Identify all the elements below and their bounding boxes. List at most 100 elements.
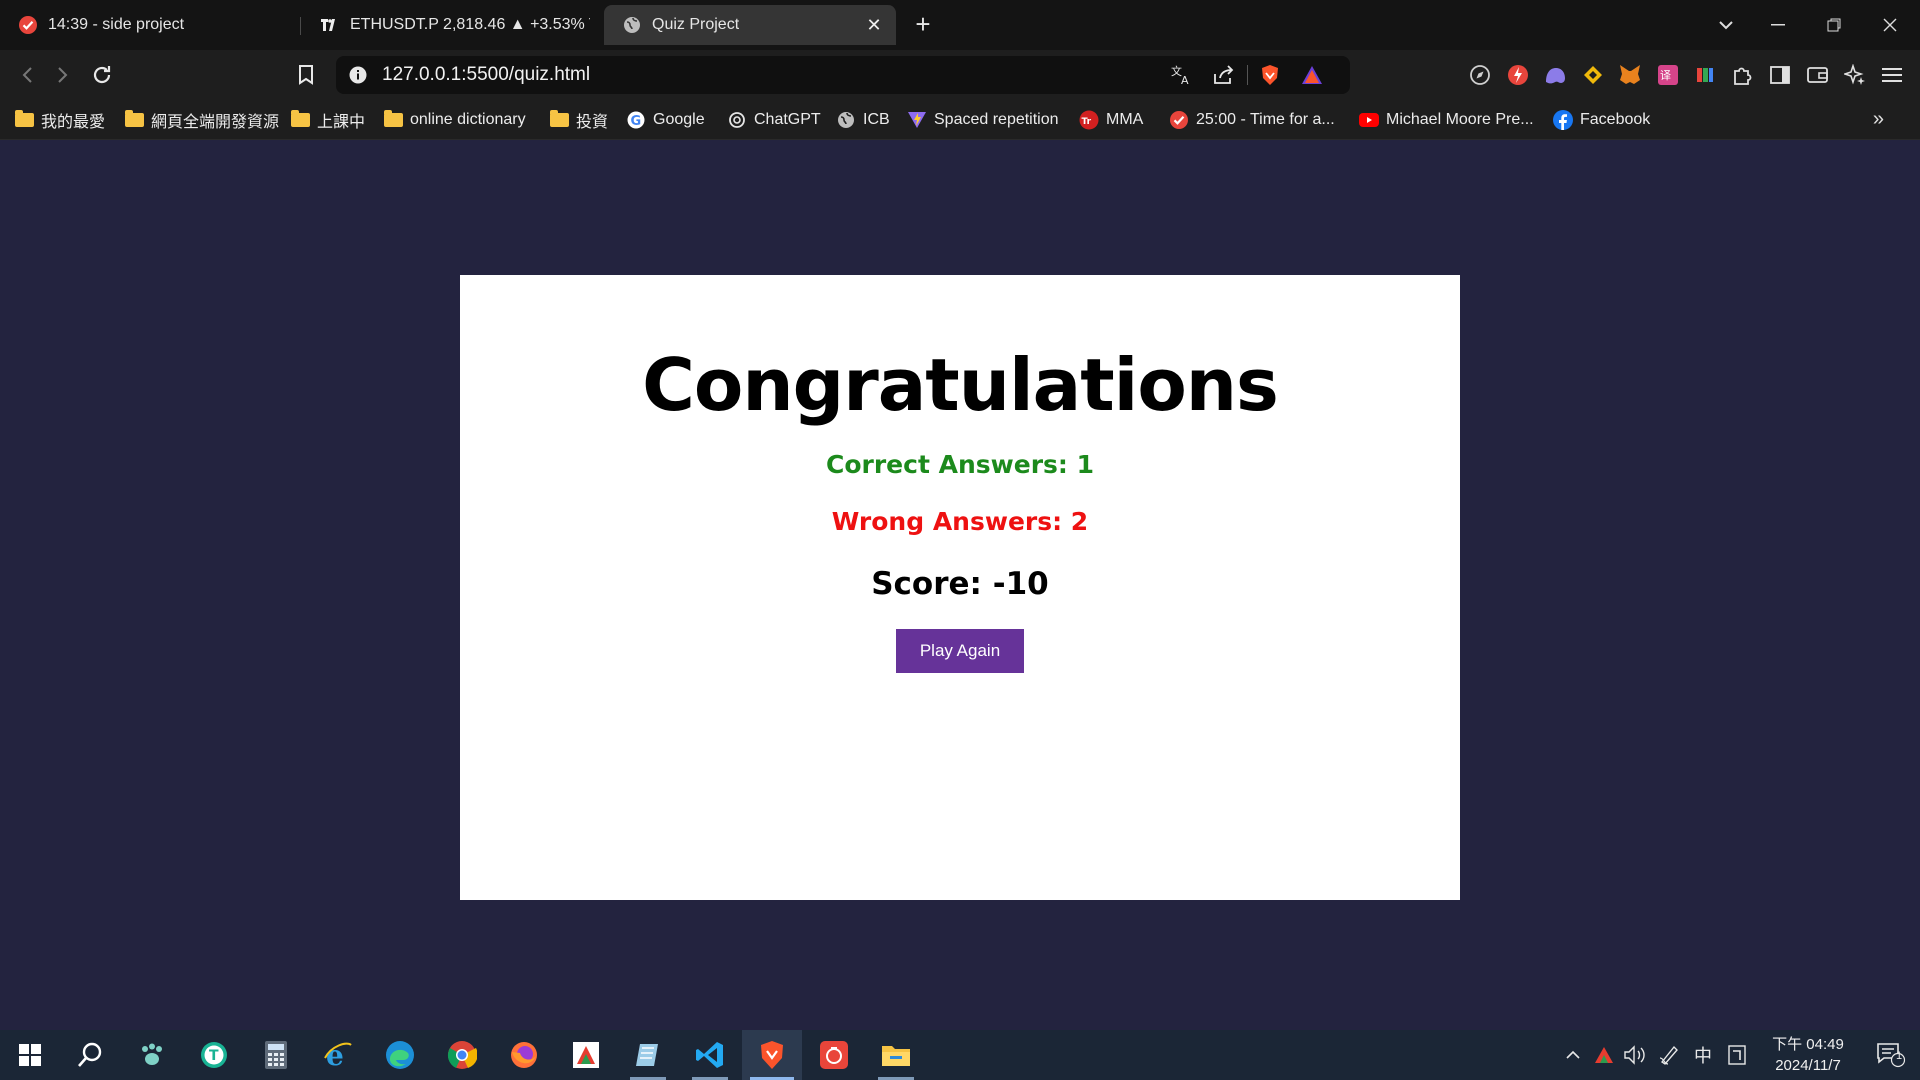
brave-shields-icon[interactable] — [1258, 63, 1282, 87]
share-icon[interactable] — [1212, 63, 1236, 87]
bookmark-folder-web-dev[interactable]: 網頁全端開發資源 — [124, 108, 279, 132]
bookmark-label: 網頁全端開發資源 — [151, 114, 280, 131]
bookmark-facebook[interactable]: Facebook — [1553, 108, 1650, 132]
tab-search-icon[interactable] — [1698, 0, 1754, 50]
tab-separator — [300, 17, 301, 35]
reload-button[interactable] — [87, 60, 117, 90]
leo-ai-icon[interactable] — [1843, 63, 1867, 87]
file-explorer-icon[interactable] — [866, 1030, 926, 1080]
ghost-extension-icon[interactable] — [1543, 63, 1567, 87]
ime-mode-icon[interactable] — [1722, 1030, 1752, 1080]
bookmark-pomodoro[interactable]: 25:00 - Time for a... — [1169, 108, 1335, 132]
check-circle-icon — [1169, 110, 1189, 130]
bookmark-chatgpt[interactable]: ChatGPT — [727, 108, 821, 132]
bookmark-folder-in-class[interactable]: 上課中 — [290, 108, 365, 132]
xmind-tray-icon[interactable] — [1590, 1030, 1618, 1080]
site-info-icon[interactable] — [348, 65, 368, 85]
back-button[interactable] — [12, 60, 42, 90]
close-window-button[interactable] — [1862, 0, 1918, 50]
svg-text:A: A — [1181, 74, 1189, 86]
volume-icon[interactable] — [1620, 1030, 1650, 1080]
svg-text:G: G — [631, 114, 642, 129]
chrome-icon[interactable] — [432, 1030, 492, 1080]
translate-icon[interactable]: 文A — [1170, 63, 1194, 87]
calculator-icon[interactable] — [246, 1030, 306, 1080]
bookmark-mma[interactable]: Tr MMA — [1079, 108, 1143, 132]
omnibox-divider — [1247, 65, 1248, 85]
tab-title: ETHUSDT.P 2,818.46 ▲ +3.53% TV — [350, 16, 590, 33]
close-tab-icon[interactable]: ✕ — [864, 15, 884, 35]
notification-count-badge: 1 — [1895, 1050, 1903, 1062]
edge-icon[interactable] — [370, 1030, 430, 1080]
folder-icon — [383, 110, 403, 130]
search-icon[interactable] — [60, 1030, 120, 1080]
wrong-answers-text: Wrong Answers: 2 — [831, 507, 1089, 536]
play-again-button[interactable]: Play Again — [896, 629, 1024, 673]
input-method-indicator[interactable]: 中 — [1688, 1030, 1718, 1080]
more-bookmarks-chevron-icon[interactable]: » — [1873, 108, 1884, 131]
notes-app-icon[interactable] — [618, 1030, 678, 1080]
bookmark-icon[interactable] — [291, 60, 321, 90]
globe-icon — [836, 110, 856, 130]
metamask-icon[interactable] — [1618, 63, 1642, 87]
xmind-icon[interactable] — [556, 1030, 616, 1080]
facebook-icon — [1553, 110, 1573, 130]
address-bar[interactable]: 127.0.0.1:5500/quiz.html 文A — [336, 56, 1350, 94]
brave-rewards-icon[interactable] — [1300, 63, 1324, 87]
start-button[interactable] — [0, 1030, 60, 1080]
show-hidden-icons-chevron-icon[interactable] — [1560, 1030, 1586, 1080]
correct-answers-text: Correct Answers: 1 — [826, 450, 1094, 479]
bookmark-label: online dictionary — [410, 111, 526, 128]
wallet-icon[interactable] — [1806, 63, 1830, 87]
svg-text:译: 译 — [1660, 69, 1671, 82]
bookmark-label: MMA — [1106, 111, 1144, 128]
tab-quiz-project[interactable]: Quiz Project ✕ — [604, 5, 896, 45]
minimize-button[interactable] — [1750, 0, 1806, 50]
pen-tray-icon[interactable] — [1654, 1030, 1684, 1080]
new-tab-button[interactable]: + — [908, 10, 938, 40]
colorful-extension-icon[interactable] — [1693, 63, 1717, 87]
tab-ethusdt[interactable]: ETHUSDT.P 2,818.46 ▲ +3.53% TV — [302, 5, 602, 45]
vscode-icon[interactable] — [680, 1030, 740, 1080]
bookmark-spaced-repetition[interactable]: Spaced repetition — [907, 108, 1059, 132]
globe-icon — [622, 15, 642, 35]
dictionary-extension-icon[interactable]: 译 — [1656, 63, 1680, 87]
windows-taskbar: T e 中 下午 04:49 2024/11/7 1 — [0, 1030, 1920, 1080]
youtube-icon — [1359, 110, 1379, 130]
tab-title: 14:39 - side project — [48, 16, 185, 33]
red-app-icon[interactable] — [804, 1030, 864, 1080]
restore-button[interactable] — [1806, 0, 1862, 50]
menu-icon[interactable] — [1880, 63, 1904, 87]
bookmark-label: 投資 — [576, 114, 609, 131]
bookmark-icb[interactable]: ICB — [836, 108, 890, 132]
tab-side-project[interactable]: 14:39 - side project — [0, 5, 300, 45]
firefox-icon[interactable] — [494, 1030, 554, 1080]
bookmark-michael-moore[interactable]: Michael Moore Pre... — [1359, 108, 1534, 132]
bookmark-google[interactable]: G Google — [626, 108, 705, 132]
compass-icon[interactable] — [1468, 63, 1492, 87]
binance-extension-icon[interactable] — [1581, 63, 1605, 87]
bookmark-label: Spaced repetition — [934, 111, 1059, 128]
google-icon: G — [626, 110, 646, 130]
bookmark-folder-online-dictionary[interactable]: online dictionary — [383, 108, 526, 132]
bookmark-folder-favorites[interactable]: 我的最愛 — [14, 108, 105, 132]
folder-icon — [14, 110, 34, 130]
mma-icon: Tr — [1079, 110, 1099, 130]
result-card: Congratulations Correct Answers: 1 Wrong… — [460, 275, 1460, 900]
brave-browser-icon[interactable] — [742, 1030, 802, 1080]
folder-icon — [549, 110, 569, 130]
system-clock[interactable]: 下午 04:49 2024/11/7 — [1760, 1034, 1856, 1076]
bookmark-label: Google — [653, 111, 705, 128]
bookmark-label: Facebook — [1580, 111, 1651, 128]
notification-center-icon[interactable]: 1 — [1866, 1030, 1916, 1080]
sidebar-toggle-icon[interactable] — [1768, 63, 1792, 87]
extensions-puzzle-icon[interactable] — [1731, 63, 1755, 87]
bookmark-folder-investing[interactable]: 投資 — [549, 108, 608, 132]
clock-date: 2024/11/7 — [1775, 1057, 1841, 1074]
paw-app-icon[interactable] — [122, 1030, 182, 1080]
internet-explorer-icon[interactable]: e — [308, 1030, 368, 1080]
typing-app-icon[interactable]: T — [184, 1030, 244, 1080]
chatgpt-icon — [727, 110, 747, 130]
forward-button[interactable] — [48, 60, 78, 90]
lightning-extension-icon[interactable] — [1506, 63, 1530, 87]
